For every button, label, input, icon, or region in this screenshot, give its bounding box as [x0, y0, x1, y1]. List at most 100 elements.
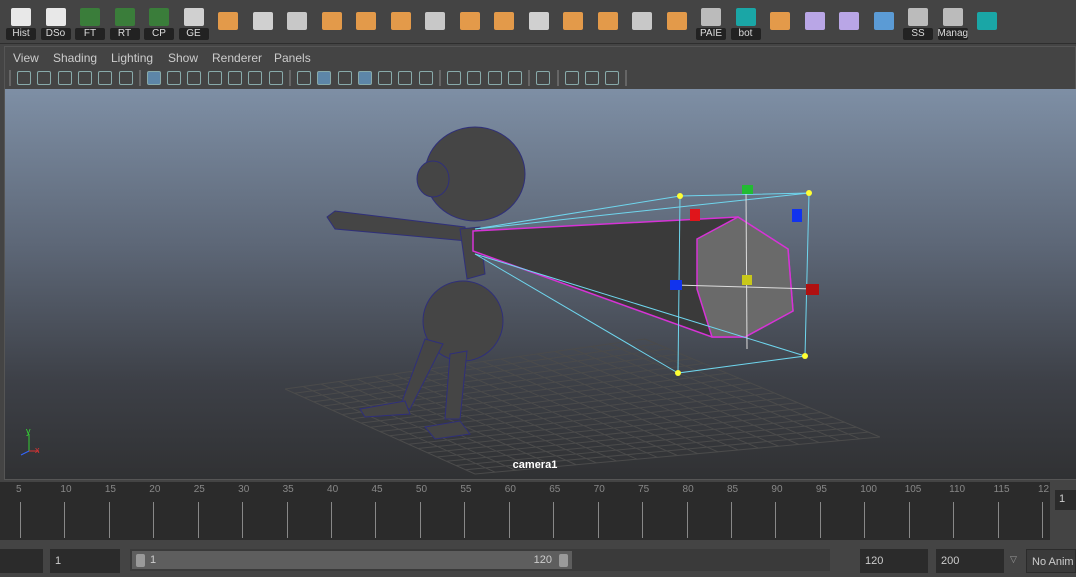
- shelf-button-pencil-history[interactable]: Hist: [6, 6, 36, 40]
- timeline-tick: [20, 502, 21, 538]
- ambient-occlusion-icon[interactable]: [447, 71, 461, 85]
- timeline-tick-label: 70: [593, 484, 605, 495]
- shelf-button-grid-squares[interactable]: [282, 6, 312, 38]
- shelf-button-squares[interactable]: [420, 6, 450, 38]
- timeline-tick: [642, 502, 644, 538]
- wireframe-on-shaded-icon[interactable]: [357, 71, 372, 85]
- shelf-button-diamond[interactable]: [455, 6, 485, 38]
- menu-renderer[interactable]: Renderer: [212, 51, 262, 65]
- shelf-button-half-sphere[interactable]: [765, 6, 795, 38]
- shelf-button-sphere-wheel[interactable]: [351, 6, 381, 38]
- isolate-select-icon[interactable]: [536, 71, 551, 85]
- timeline-tick: [597, 502, 599, 538]
- grid-squares-icon: [287, 12, 307, 30]
- start-time-field[interactable]: [0, 549, 43, 573]
- bookmark-icon[interactable]: [57, 71, 72, 85]
- shelf-button-extrude[interactable]: [558, 6, 588, 38]
- shelf-button-split-grid[interactable]: [627, 6, 657, 38]
- anim-layer-dropdown[interactable]: No Anim: [1026, 549, 1076, 573]
- leg-right: [444, 350, 468, 420]
- safe-action-icon[interactable]: [248, 71, 263, 85]
- xray-joints-icon[interactable]: [584, 71, 599, 85]
- shelf-button-combine[interactable]: [317, 6, 347, 38]
- shadows-icon[interactable]: [418, 71, 433, 85]
- resolution-gate-icon[interactable]: [187, 71, 202, 85]
- python-icon: [942, 8, 963, 26]
- shelf-button-bend[interactable]: [869, 6, 899, 38]
- dropdown-arrow-icon[interactable]: ▽: [1010, 554, 1017, 565]
- timeline-tick: [197, 502, 199, 538]
- grid-icon[interactable]: [146, 71, 161, 85]
- shelf-button-cube[interactable]: [489, 6, 519, 38]
- range-end-handle[interactable]: [559, 554, 568, 567]
- animation-end-field[interactable]: 200: [936, 549, 1004, 573]
- shelf-button-cube-white[interactable]: [524, 6, 554, 38]
- smooth-shade-icon[interactable]: [317, 71, 332, 85]
- menu-lighting[interactable]: Lighting: [111, 51, 153, 65]
- shelf-button-maya-logo[interactable]: [972, 6, 1002, 38]
- shelf-button-python[interactable]: Manage: [937, 6, 968, 40]
- range-slider[interactable]: 1 120: [130, 549, 830, 571]
- shelf-button-python[interactable]: SS: [903, 6, 933, 40]
- range-start-handle[interactable]: [136, 554, 145, 567]
- time-slider[interactable]: 5 10 15 20 25 30 35 40 45 50 55 60 65 70 75 80 85 90 95 100…: [0, 482, 1050, 540]
- shelf-button-pencil[interactable]: DSo: [40, 6, 71, 40]
- shelf-button-axis-reset[interactable]: RT: [109, 6, 140, 40]
- shelf-button-cube-triangle[interactable]: [386, 6, 416, 38]
- shelf-button-knife-tool[interactable]: [248, 6, 278, 38]
- shelf-button-axis-center-pivot[interactable]: CP: [144, 6, 174, 40]
- menu-shading[interactable]: Shading: [53, 51, 97, 65]
- playback-end-field[interactable]: 120: [860, 549, 928, 573]
- field-chart-icon[interactable]: [228, 71, 242, 85]
- toolbar-separator: [288, 70, 291, 86]
- xray-icon[interactable]: [564, 71, 579, 85]
- menu-show[interactable]: Show: [168, 51, 198, 65]
- timeline-tick-label: 65: [549, 484, 561, 495]
- knife-tool-icon: [252, 12, 273, 30]
- axis-reset-icon: [114, 8, 135, 26]
- graph-editor-icon: [183, 8, 204, 26]
- use-default-material-icon[interactable]: [337, 71, 352, 85]
- timeline-tick-label: 75: [638, 484, 650, 495]
- shelf-button-axis-freeze[interactable]: FT: [75, 6, 105, 40]
- toolbar-separator: [625, 70, 628, 86]
- depth-of-field-icon[interactable]: [507, 71, 522, 85]
- timeline-tick-label: 5: [16, 484, 22, 495]
- range-slider-bar-fill[interactable]: 1 120: [132, 551, 572, 569]
- camera-icon[interactable]: [17, 71, 31, 85]
- shelf-button-graph-editor[interactable]: GE: [178, 6, 209, 40]
- shelf-button-bevel-frame[interactable]: [662, 6, 692, 38]
- timeline-tick-label: 60: [504, 484, 516, 495]
- 3d-viewport[interactable]: y x camera1: [5, 89, 1076, 479]
- 2d-pan-icon[interactable]: [98, 71, 113, 85]
- menu-panels[interactable]: Panels: [274, 51, 311, 65]
- lights-icon[interactable]: [398, 71, 413, 85]
- camera-attr-icon[interactable]: [37, 71, 52, 85]
- film-gate-icon[interactable]: [167, 71, 182, 85]
- image-plane-icon[interactable]: [77, 71, 92, 85]
- timeline-tick-label: 30: [238, 484, 250, 495]
- motion-blur-icon[interactable]: [467, 71, 482, 85]
- shelf-button-circle-square[interactable]: [800, 6, 830, 38]
- shelf-button-wheel[interactable]: [593, 6, 623, 38]
- shelf-button-maya-logo[interactable]: bot: [730, 6, 761, 40]
- playback-start-field[interactable]: 1: [50, 549, 120, 573]
- grease-pencil-icon[interactable]: [118, 71, 133, 85]
- menu-view[interactable]: View: [13, 51, 39, 65]
- current-frame-field[interactable]: 1: [1055, 490, 1076, 510]
- shelf-button-lattice[interactable]: [834, 6, 864, 38]
- anti-alias-icon[interactable]: [487, 71, 502, 85]
- maya-logo-icon: [735, 8, 756, 26]
- bevel-frame-icon: [666, 12, 687, 30]
- shelf-button-label: Hist: [6, 28, 36, 40]
- safe-title-icon[interactable]: [268, 71, 283, 85]
- diamond-icon: [459, 12, 480, 30]
- wireframe-icon[interactable]: [296, 71, 311, 85]
- xray-components-icon[interactable]: [605, 71, 620, 85]
- toolbar-separator: [528, 70, 531, 86]
- textured-icon[interactable]: [378, 71, 393, 85]
- shelf-button-python[interactable]: PAIE: [696, 6, 726, 40]
- shelf-button-plane-pivot[interactable]: [213, 6, 243, 38]
- timeline-tick: [108, 502, 110, 538]
- gate-mask-icon[interactable]: [207, 71, 222, 85]
